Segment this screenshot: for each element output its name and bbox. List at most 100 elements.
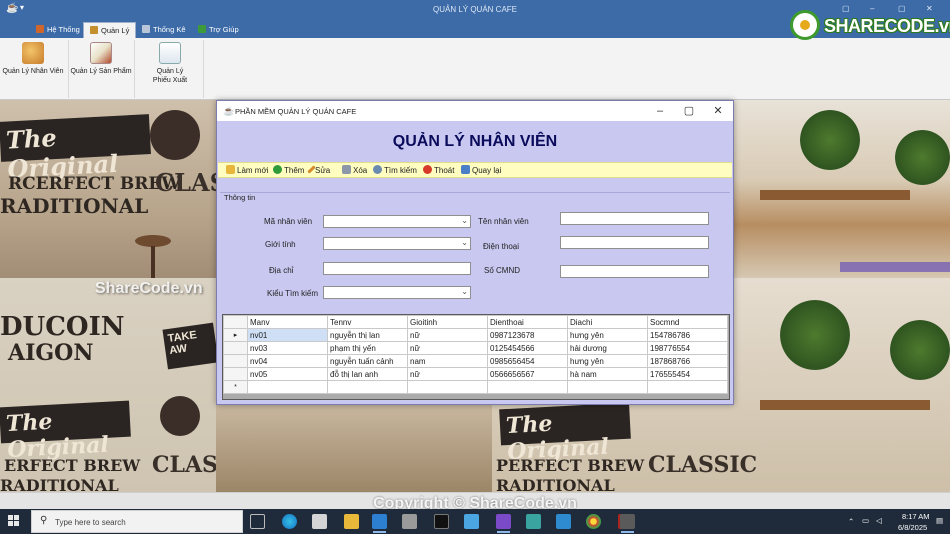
gender-combobox[interactable]: ⌄ (323, 237, 471, 250)
table-cell[interactable]: nữ (407, 341, 488, 355)
table-row[interactable]: nv03 phạm thị yến nữ 0125454566 hải dươn… (223, 341, 728, 355)
row-header[interactable] (223, 354, 248, 368)
table-cell[interactable] (647, 380, 728, 394)
notification-icon[interactable]: ▤ (936, 516, 943, 525)
tab-tro-giup[interactable]: Trợ Giúp (192, 22, 245, 38)
table-cell[interactable]: 154786786 (647, 328, 728, 342)
table-cell[interactable]: 0125454566 (487, 341, 568, 355)
ribbon-button-label: Quản Lý Sản Phẩm (70, 68, 132, 75)
table-row[interactable]: nv05 đỗ thị lan anh nữ 0566656567 hà nam… (223, 367, 728, 381)
refresh-button[interactable]: Làm mới (226, 165, 268, 175)
table-cell[interactable]: 0987123678 (487, 328, 568, 342)
table-cell[interactable] (407, 380, 488, 394)
table-cell[interactable]: nguyễn thị lan (327, 328, 408, 342)
row-header[interactable] (223, 367, 248, 381)
current-row-marker-icon[interactable]: ▸ (223, 328, 248, 342)
table-cell[interactable]: đỗ thị lan anh (327, 367, 408, 381)
column-header[interactable]: Tennv (327, 315, 408, 329)
app-icon[interactable] (402, 514, 417, 529)
table-cell[interactable]: hưng yên (567, 328, 648, 342)
form-close-button[interactable]: ✕ (711, 104, 725, 118)
table-cell[interactable]: nữ (407, 367, 488, 381)
column-header[interactable]: Diachi (567, 315, 648, 329)
row-header[interactable] (223, 341, 248, 355)
edge-browser-icon[interactable] (282, 514, 297, 529)
ribbon-button-quan-ly-phieu-xuat[interactable]: Quản Lý Phiếu Xuất (140, 42, 200, 85)
exit-button[interactable]: Thoát (423, 165, 454, 175)
table-cell[interactable]: hưng yên (567, 354, 648, 368)
table-cell[interactable] (487, 380, 568, 394)
form-minimize-button[interactable]: – (653, 104, 667, 118)
new-row-marker-icon[interactable]: * (223, 380, 248, 394)
visual-studio-icon[interactable] (496, 514, 511, 533)
table-cell[interactable]: hải dương (567, 341, 648, 355)
vscode-icon[interactable] (372, 514, 387, 533)
column-header[interactable]: Manv (247, 315, 328, 329)
volume-icon[interactable]: ◁ (876, 516, 882, 525)
table-cell[interactable]: phạm thị yến (327, 341, 408, 355)
new-row[interactable]: * (223, 380, 728, 394)
table-cell[interactable]: 176555454 (647, 367, 728, 381)
chrome-icon[interactable] (586, 514, 601, 529)
table-cell[interactable]: nv04 (247, 354, 328, 368)
back-button[interactable]: Quay lại (461, 165, 501, 175)
coffee-cup-icon: ☕ (223, 106, 235, 116)
table-cell[interactable]: 187868766 (647, 354, 728, 368)
app-icon[interactable] (526, 514, 541, 529)
employee-name-input[interactable] (560, 212, 709, 225)
phone-input[interactable] (560, 236, 709, 249)
cafe-app-icon[interactable] (620, 514, 635, 533)
tab-quan-ly[interactable]: Quản Lý (83, 22, 137, 38)
column-header[interactable]: Dienthoai (487, 315, 568, 329)
task-view-icon[interactable] (250, 514, 265, 529)
close-circle-icon (423, 165, 432, 174)
app-icon[interactable] (464, 514, 479, 529)
employee-data-grid[interactable]: Manv Tennv Gioitinh Dienthoai Diachi Soc… (222, 314, 730, 400)
terminal-icon[interactable] (434, 514, 449, 529)
search-button[interactable]: Tìm kiếm (373, 165, 417, 175)
logo-text: SHARECODE.vn (824, 16, 950, 36)
network-icon[interactable]: ▭ (862, 516, 869, 525)
tab-he-thong[interactable]: Hệ Thống (30, 22, 86, 38)
table-cell[interactable] (247, 380, 328, 394)
cafe-sign-image: RADITIONAL (0, 194, 149, 218)
table-cell[interactable]: nguyễn tuấn cảnh (327, 354, 408, 368)
table-cell[interactable] (567, 380, 648, 394)
table-image (760, 190, 910, 200)
chevron-up-icon[interactable]: ⌃ (848, 517, 854, 526)
table-cell[interactable]: nv05 (247, 367, 328, 381)
file-explorer-icon[interactable] (344, 514, 359, 529)
search-type-combobox[interactable]: ⌄ (323, 286, 471, 299)
tab-thong-ke[interactable]: Thống Kê (136, 22, 192, 38)
table-cell[interactable]: 0985656454 (487, 354, 568, 368)
add-button[interactable]: Thêm (273, 165, 304, 175)
table-row[interactable]: nv04 nguyễn tuấn cảnh nam 0985656454 hưn… (223, 354, 728, 368)
table-row[interactable]: ▸ nv01 nguyễn thị lan nữ 0987123678 hưng… (223, 328, 728, 342)
app-icon[interactable] (556, 514, 571, 529)
edit-button[interactable]: Sửa (307, 165, 330, 175)
clock-date[interactable]: 6/8/2025 (898, 523, 927, 532)
employee-id-combobox[interactable]: ⌄ (323, 215, 471, 228)
clock-time[interactable]: 8:17 AM (902, 512, 930, 521)
ribbon-button-quan-ly-san-pham[interactable]: Quản Lý Sản Phẩm (70, 42, 132, 76)
form-maximize-button[interactable]: ▢ (682, 104, 696, 118)
windows-start-icon[interactable] (8, 515, 20, 527)
table-cell[interactable]: hà nam (567, 367, 648, 381)
store-icon[interactable] (312, 514, 327, 529)
table-cell[interactable]: nam (407, 354, 488, 368)
cafe-sign-image: RADITIONAL (0, 476, 119, 492)
table-cell[interactable]: nv03 (247, 341, 328, 355)
table-cell[interactable] (327, 380, 408, 394)
column-header[interactable]: Socmnd (647, 315, 728, 329)
id-card-input[interactable] (560, 265, 709, 278)
delete-button[interactable]: Xóa (342, 165, 367, 175)
column-header[interactable]: Gioitinh (407, 315, 488, 329)
address-input[interactable] (323, 262, 471, 275)
cafe-sign-image: The Original (499, 402, 631, 465)
table-cell[interactable]: nv01 (247, 328, 328, 342)
taskbar-search-box[interactable]: ⚲ Type here to search (31, 510, 243, 533)
table-cell[interactable]: 198776554 (647, 341, 728, 355)
table-cell[interactable]: 0566656567 (487, 367, 568, 381)
table-cell[interactable]: nữ (407, 328, 488, 342)
ribbon-button-quan-ly-nhan-vien[interactable]: Quản Lý Nhân Viên (2, 42, 64, 76)
